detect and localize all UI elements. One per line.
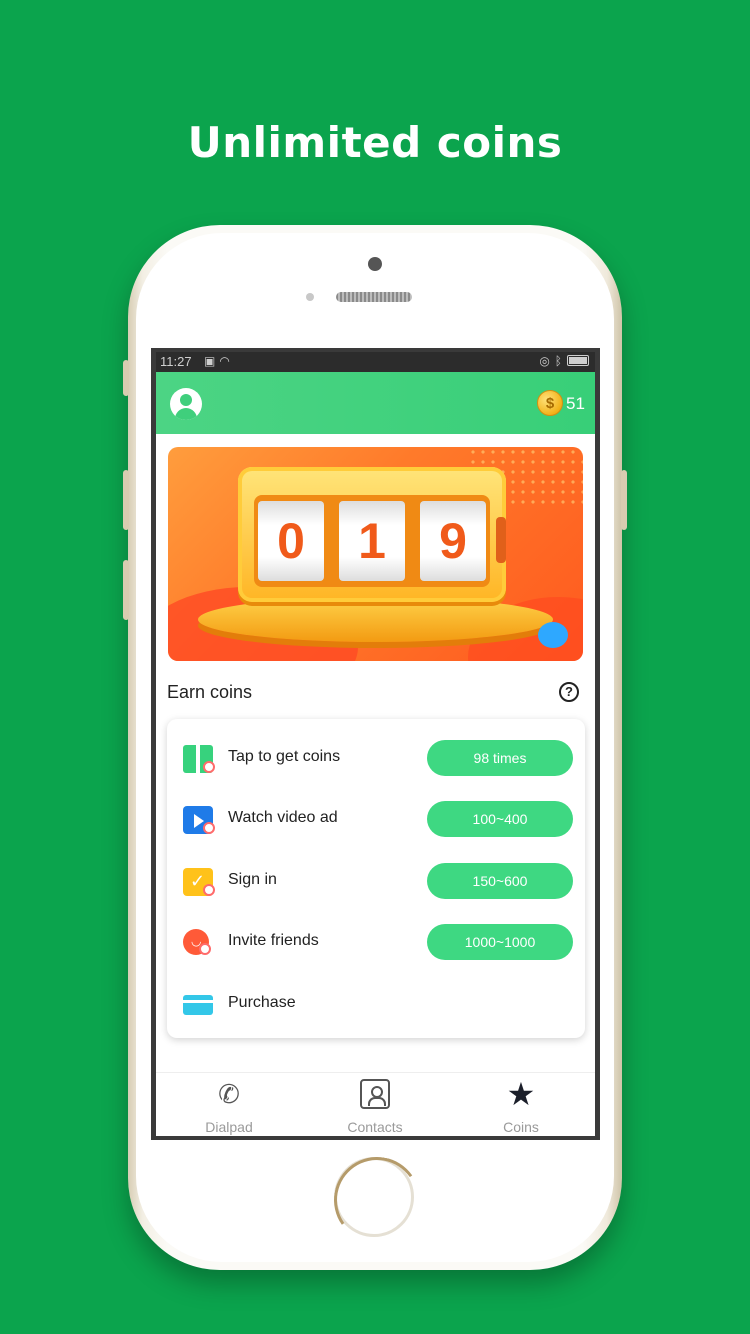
home-button[interactable] — [334, 1157, 414, 1237]
wifi-icon: ◠ — [219, 354, 234, 368]
status-bar: 11:27 ▣◠ ◎ᛒ — [156, 352, 595, 372]
contacts-icon — [360, 1079, 390, 1109]
sign-in-button[interactable]: 150~600 — [427, 863, 573, 899]
task-label: Watch video ad — [228, 809, 338, 826]
task-row-invite[interactable]: Invite friends 1000~1000 — [167, 911, 585, 973]
task-row-signin[interactable]: Sign in 150~600 — [167, 850, 585, 912]
slot-reel-2: 1 — [339, 501, 405, 581]
phone-side-button — [123, 360, 129, 396]
app-header: $ 51 — [156, 372, 595, 434]
tab-dialpad[interactable]: ✆ Dialpad — [156, 1073, 302, 1136]
tab-label: Coins — [503, 1119, 539, 1135]
front-camera — [368, 257, 382, 271]
tab-coins[interactable]: ★ Coins — [448, 1073, 594, 1136]
tap-coins-button[interactable]: 98 times — [427, 740, 573, 776]
phone-icon: ✆ — [218, 1079, 240, 1109]
tab-label: Dialpad — [205, 1119, 253, 1135]
task-label: Sign in — [228, 871, 277, 888]
calendar-check-icon — [183, 868, 215, 896]
tab-contacts[interactable]: Contacts — [302, 1073, 448, 1136]
task-row-tap[interactable]: Tap to get coins 98 times — [167, 727, 585, 789]
sim-x-icon: ▣ — [204, 354, 220, 368]
task-label: Tap to get coins — [228, 748, 341, 765]
card-icon — [183, 995, 213, 1015]
coin-icon: $ — [537, 390, 563, 416]
status-right-icons: ◎ᛒ — [539, 354, 589, 368]
slot-machine-banner[interactable]: 0 1 9 — [168, 447, 583, 661]
coin-balance: 51 — [566, 394, 585, 413]
status-time: 11:27 — [160, 354, 192, 369]
bluetooth-icon: ᛒ — [554, 354, 567, 368]
phone-screen: 11:27 ▣◠ ◎ᛒ $ 51 0 1 9 Earn coins ? Tap … — [151, 348, 600, 1140]
invite-friends-button[interactable]: 1000~1000 — [427, 924, 573, 960]
watch-video-button[interactable]: 100~400 — [427, 801, 573, 837]
tab-label: Contacts — [347, 1119, 403, 1135]
slot-window: 0 1 9 — [254, 495, 490, 587]
slot-machine: 0 1 9 — [238, 467, 506, 602]
phone-volume-up — [123, 470, 129, 530]
chat-bubble-icon[interactable] — [538, 622, 568, 648]
proximity-sensor — [306, 293, 314, 301]
earn-coins-title: Earn coins — [167, 682, 253, 702]
avatar-icon[interactable] — [170, 388, 202, 420]
slot-reel-1: 0 — [258, 501, 324, 581]
status-left-icons: ▣◠ — [204, 354, 234, 368]
slot-reel-3: 9 — [420, 501, 486, 581]
task-label: Invite friends — [228, 932, 319, 949]
bottom-tab-bar: ✆ Dialpad Contacts ★ Coins — [156, 1072, 595, 1136]
gift-icon — [183, 745, 215, 773]
earn-coins-card: Tap to get coins 98 times Watch video ad… — [167, 719, 585, 1038]
slot-stage — [198, 597, 553, 642]
star-icon: ★ — [506, 1076, 536, 1112]
app-screen: 11:27 ▣◠ ◎ᛒ $ 51 0 1 9 Earn coins ? Tap … — [156, 352, 595, 1136]
help-icon[interactable]: ? — [559, 682, 579, 702]
phone-power-button — [621, 470, 627, 530]
earpiece-speaker — [336, 292, 412, 302]
task-label: Purchase — [228, 994, 296, 1011]
task-row-video[interactable]: Watch video ad 100~400 — [167, 788, 585, 850]
alarm-icon: ◎ — [539, 354, 555, 368]
slot-lever — [496, 517, 506, 563]
video-icon — [183, 806, 215, 834]
friend-icon — [183, 929, 211, 955]
phone-volume-down — [123, 560, 129, 620]
battery-icon — [567, 355, 589, 366]
task-row-purchase[interactable]: Purchase — [167, 973, 585, 1035]
headline: Unlimited coins — [187, 118, 563, 167]
